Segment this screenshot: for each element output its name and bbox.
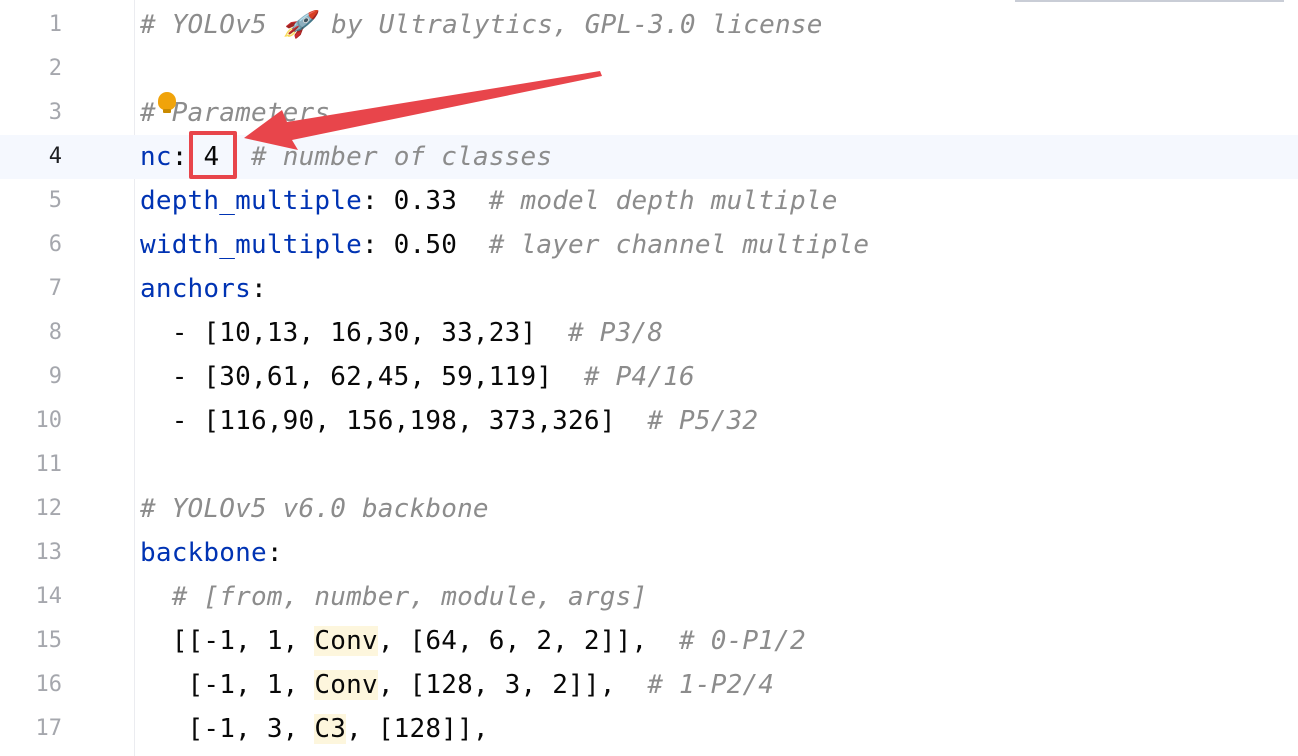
line-code[interactable]: width_multiple: 0.50 # layer channel mul…: [140, 223, 869, 267]
code-token: , [128]],: [346, 714, 489, 744]
code-token: - [30,61, 62,45, 59,119]: [140, 362, 584, 392]
annotation-highlight-box: [189, 131, 237, 179]
yaml-key: nc: [140, 142, 172, 172]
code-line[interactable]: 9 - [30,61, 62,45, 59,119] # P4/16: [0, 355, 1298, 399]
module-token: C3: [314, 714, 347, 744]
code-token: - [10,13, 16,30, 33,23]: [140, 318, 569, 348]
code-token: , [128, 3, 2]],: [377, 670, 648, 700]
code-line[interactable]: 8 - [10,13, 16,30, 33,23] # P3/8: [0, 311, 1298, 355]
code-comment: # P4/16: [583, 362, 695, 392]
code-comment: # number of classes: [251, 142, 553, 172]
code-token: - [116,90, 156,198, 373,326]: [140, 406, 648, 436]
code-line[interactable]: 11: [0, 443, 1298, 487]
code-token: : 0.50: [361, 230, 489, 260]
line-code[interactable]: - [116,90, 156,198, 373,326] # P5/32: [140, 399, 758, 443]
line-number: 15: [35, 628, 63, 653]
code-comment: # P3/8: [568, 318, 664, 348]
yaml-key: anchors: [140, 274, 251, 304]
yaml-key: depth_multiple: [140, 186, 362, 216]
yaml-key: width_multiple: [140, 230, 362, 260]
lightbulb-icon[interactable]: [158, 92, 176, 113]
code-line[interactable]: 15 [[-1, 1, Conv, [64, 6, 2, 2]], # 0-P1…: [0, 619, 1298, 663]
line-number: 7: [48, 276, 62, 301]
line-number: 12: [35, 496, 63, 521]
code-comment: # YOLOv5 v6.0 backbone: [140, 494, 489, 524]
code-line[interactable]: 1 # YOLOv5 🚀 by Ultralytics, GPL-3.0 lice…: [0, 3, 1298, 47]
line-number: 2: [48, 56, 62, 81]
yaml-key: backbone: [140, 538, 267, 568]
line-number: 3: [48, 100, 62, 125]
line-number: 5: [48, 188, 62, 213]
line-number: 16: [35, 672, 63, 697]
code-line[interactable]: 10 - [116,90, 156,198, 373,326] # P5/32: [0, 399, 1298, 443]
line-number: 17: [35, 716, 63, 741]
line-code[interactable]: [-1, 3, C3, [128]],: [140, 707, 489, 751]
code-comment: # model depth multiple: [488, 186, 838, 216]
code-line[interactable]: 13 backbone:: [0, 531, 1298, 575]
code-token: [-1, 3,: [140, 714, 315, 744]
line-code[interactable]: [-1, 1, Conv, [128, 3, 2]], # 1-P2/4: [140, 663, 774, 707]
code-line[interactable]: 7 anchors:: [0, 267, 1298, 311]
line-number: 14: [35, 584, 63, 609]
code-token: , [64, 6, 2, 2]],: [377, 626, 680, 656]
code-token: [[-1, 1,: [140, 626, 315, 656]
code-token: : 0.33: [361, 186, 489, 216]
line-code[interactable]: - [10,13, 16,30, 33,23] # P3/8: [140, 311, 663, 355]
code-editor[interactable]: 1 # YOLOv5 🚀 by Ultralytics, GPL-3.0 lice…: [0, 0, 1298, 756]
line-number: 1: [48, 12, 62, 37]
code-line[interactable]: 5 depth_multiple: 0.33 # model depth mult…: [0, 179, 1298, 223]
line-code[interactable]: depth_multiple: 0.33 # model depth multi…: [140, 179, 838, 223]
code-line[interactable]: 12 # YOLOv5 v6.0 backbone: [0, 487, 1298, 531]
code-line[interactable]: 2: [0, 47, 1298, 91]
code-comment: # layer channel multiple: [488, 230, 870, 260]
code-comment: # 1-P2/4: [647, 670, 775, 700]
module-token: Conv: [314, 626, 378, 656]
line-number: 8: [48, 320, 62, 345]
line-code[interactable]: # YOLOv5 🚀 by Ultralytics, GPL-3.0 licen…: [140, 3, 823, 47]
code-line[interactable]: 14 # [from, number, module, args]: [0, 575, 1298, 619]
module-token: Conv: [314, 670, 378, 700]
line-number: 10: [35, 408, 63, 433]
line-number: 4: [48, 144, 62, 169]
line-code[interactable]: backbone:: [140, 531, 283, 575]
code-comment: # P5/32: [647, 406, 759, 436]
line-code[interactable]: anchors:: [140, 267, 267, 311]
code-comment: # 0-P1/2: [679, 626, 806, 656]
line-code[interactable]: - [30,61, 62,45, 59,119] # P4/16: [140, 355, 695, 399]
top-scrollbar-edge: [1015, 0, 1285, 2]
code-line[interactable]: 17 [-1, 3, C3, [128]],: [0, 707, 1298, 751]
code-token: :: [266, 538, 283, 568]
code-comment: # [from, number, module, args]: [171, 582, 648, 612]
line-number: 6: [48, 232, 62, 257]
line-code[interactable]: # YOLOv5 v6.0 backbone: [140, 487, 489, 531]
code-line[interactable]: 6 width_multiple: 0.50 # layer channel mu…: [0, 223, 1298, 267]
line-number: 9: [48, 364, 62, 389]
line-number: 13: [35, 540, 63, 565]
line-code[interactable]: # [from, number, module, args]: [140, 575, 647, 619]
code-token: [-1, 1,: [140, 670, 315, 700]
code-comment: # YOLOv5 🚀 by Ultralytics, GPL-3.0 licen…: [140, 10, 823, 40]
code-line[interactable]: 16 [-1, 1, Conv, [128, 3, 2]], # 1-P2/4: [0, 663, 1298, 707]
line-number: 11: [35, 452, 63, 477]
code-line[interactable]: 3 # Parameters: [0, 91, 1298, 135]
line-code[interactable]: [[-1, 1, Conv, [64, 6, 2, 2]], # 0-P1/2: [140, 619, 806, 663]
code-token: :: [250, 274, 267, 304]
